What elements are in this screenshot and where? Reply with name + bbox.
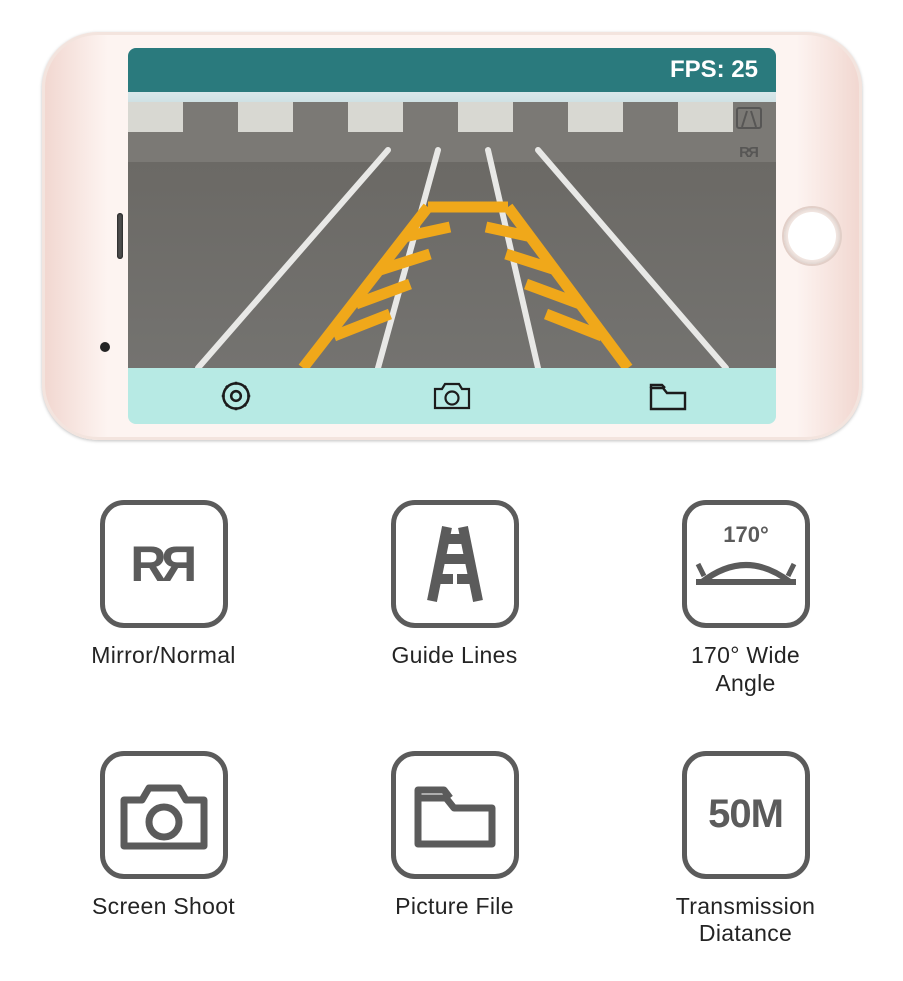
feature-label: Picture File xyxy=(395,893,514,921)
product-graphic: FPS: 25 xyxy=(0,0,903,981)
distance-badge: 50M xyxy=(708,792,783,837)
folder-icon xyxy=(391,751,519,879)
mirror-toggle-icon[interactable]: RR xyxy=(732,138,766,166)
feature-label: Screen Shoot xyxy=(92,893,235,921)
gear-icon xyxy=(218,378,254,414)
feature-label: TransmissionDiatance xyxy=(676,893,816,948)
status-bar: FPS: 25 xyxy=(128,48,776,92)
wide-angle-icon: 170° xyxy=(682,500,810,628)
feature-screenshot: Screen Shoot xyxy=(68,751,259,972)
feature-mirror: RR Mirror/Normal xyxy=(68,500,259,721)
fps-readout: FPS: 25 xyxy=(670,56,758,84)
feature-label: 170° WideAngle xyxy=(691,642,800,697)
folder-button[interactable] xyxy=(608,368,728,424)
distance-icon: 50M xyxy=(682,751,810,879)
bottom-toolbar xyxy=(128,368,776,424)
camera-feed: RR xyxy=(128,92,776,368)
feature-guidelines: Guide Lines xyxy=(359,500,550,721)
camera-icon xyxy=(100,751,228,879)
angle-badge: 170° xyxy=(723,522,769,547)
mirror-icon: RR xyxy=(100,500,228,628)
camera-icon xyxy=(431,379,473,413)
feature-wide-angle: 170° 170° WideAngle xyxy=(650,500,841,721)
settings-button[interactable] xyxy=(176,368,296,424)
phone-mockup: FPS: 25 xyxy=(42,32,862,440)
guidelines-toggle-icon[interactable] xyxy=(732,104,766,132)
guidelines-icon xyxy=(391,500,519,628)
feature-grid: RR Mirror/Normal xyxy=(68,500,841,971)
feature-picture-file: Picture File xyxy=(359,751,550,972)
phone-speaker xyxy=(117,213,123,259)
screenshot-button[interactable] xyxy=(392,368,512,424)
feature-label: Guide Lines xyxy=(391,642,517,670)
feature-label: Mirror/Normal xyxy=(91,642,235,670)
folder-icon xyxy=(648,380,688,412)
feature-transmission: 50M TransmissionDiatance xyxy=(650,751,841,972)
phone-screen: FPS: 25 xyxy=(128,48,776,424)
home-button[interactable] xyxy=(784,208,840,264)
phone-front-camera xyxy=(100,342,110,352)
